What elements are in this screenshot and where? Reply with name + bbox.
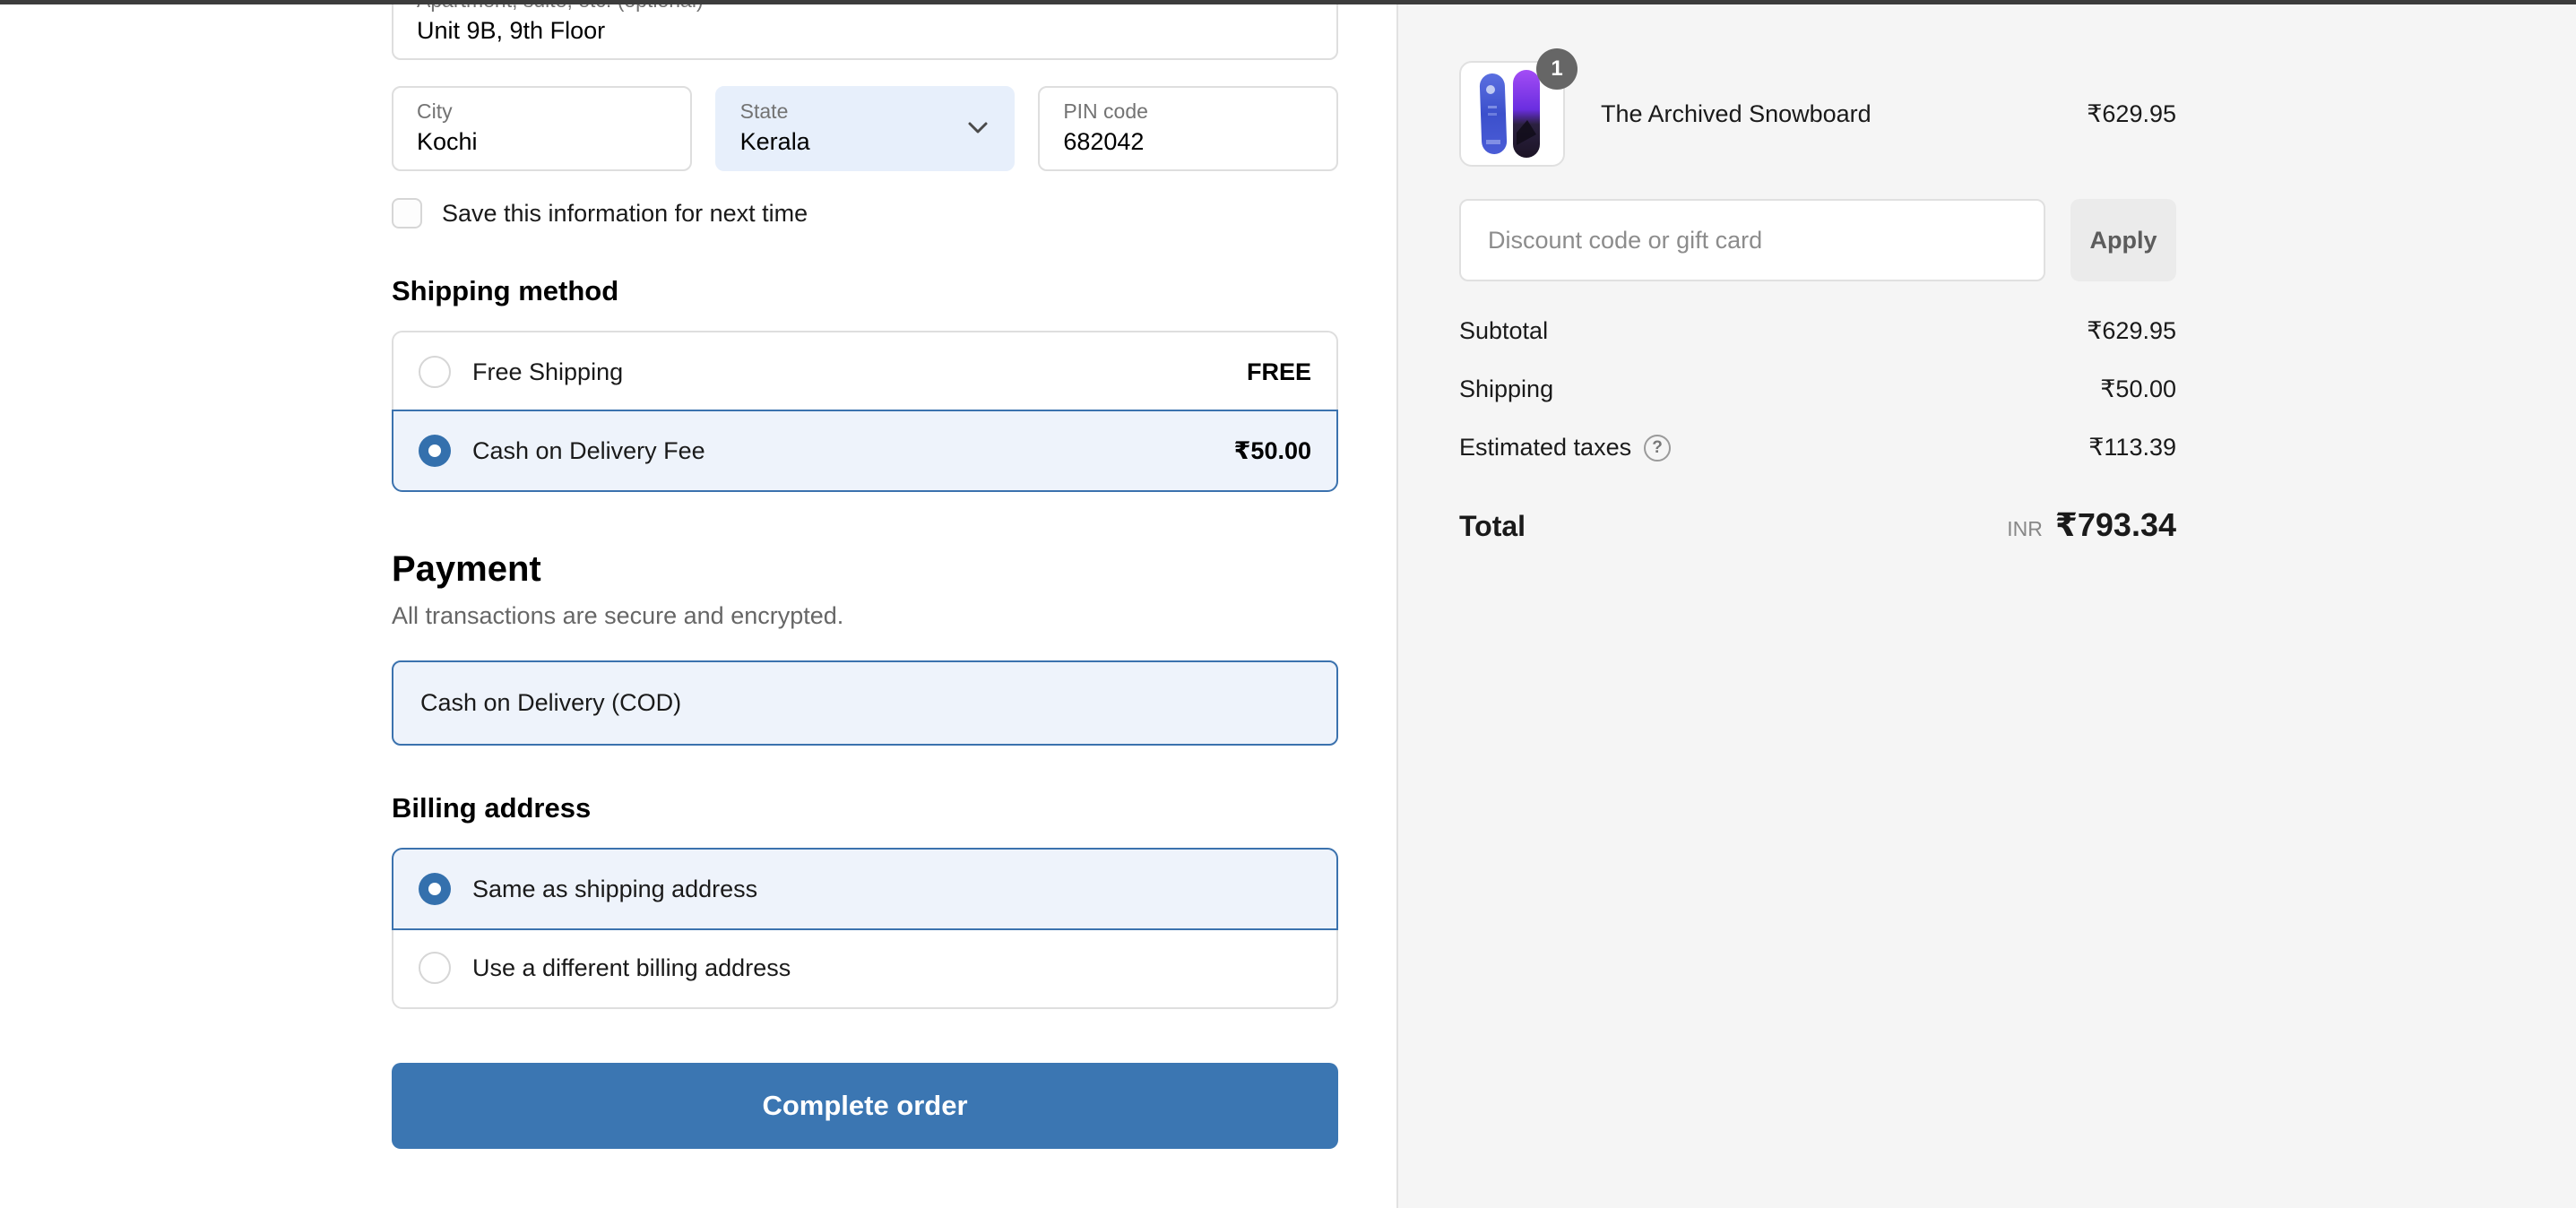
payment-subtitle: All transactions are secure and encrypte… xyxy=(392,602,1338,630)
pin-code-field[interactable]: PIN code 682042 xyxy=(1038,86,1338,171)
city-state-pin-row: City Kochi State Kerala PIN code 682042 xyxy=(392,86,1338,171)
complete-order-button[interactable]: Complete order xyxy=(392,1063,1338,1149)
billing-option-label: Same as shipping address xyxy=(472,876,1311,903)
state-label: State xyxy=(740,99,990,125)
apartment-value: Unit 9B, 9th Floor xyxy=(417,16,1313,46)
order-summary-panel: 1 The Archived Snowboard ₹629.95 Apply S… xyxy=(1396,0,2576,1208)
payment-method-label: Cash on Delivery (COD) xyxy=(420,689,681,717)
total-currency: INR xyxy=(2007,517,2043,541)
city-value: Kochi xyxy=(417,127,667,157)
shipping-method-heading: Shipping method xyxy=(392,275,1338,307)
apply-discount-button[interactable]: Apply xyxy=(2070,199,2176,281)
radio-checked-icon[interactable] xyxy=(419,873,451,905)
radio-unchecked-icon[interactable] xyxy=(419,952,451,984)
payment-heading: Payment xyxy=(392,549,1338,590)
checkout-form-area: Apartment, suite, etc. (optional) Unit 9… xyxy=(0,0,1396,1208)
subtotal-value: ₹629.95 xyxy=(2087,317,2176,345)
billing-option-different[interactable]: Use a different billing address xyxy=(393,928,1336,1007)
chevron-down-icon xyxy=(966,120,990,141)
billing-options-box: Same as shipping address Use a different… xyxy=(392,848,1338,1009)
radio-checked-icon[interactable] xyxy=(419,435,451,467)
shipping-option-label: Free Shipping xyxy=(472,358,1247,386)
state-value: Kerala xyxy=(740,127,990,157)
total-row: Total INR ₹793.34 xyxy=(1459,506,2176,544)
product-price: ₹629.95 xyxy=(2087,100,2176,128)
save-info-row: Save this information for next time xyxy=(392,198,1338,229)
state-select[interactable]: State Kerala xyxy=(715,86,1016,171)
quantity-badge: 1 xyxy=(1536,48,1578,90)
cart-item-row: 1 The Archived Snowboard ₹629.95 xyxy=(1459,61,2176,167)
pin-code-value: 682042 xyxy=(1063,127,1313,157)
total-label: Total xyxy=(1459,510,2007,543)
shipping-label: Shipping xyxy=(1459,375,2100,403)
shipping-value: ₹50.00 xyxy=(2100,375,2176,403)
payment-method-cod[interactable]: Cash on Delivery (COD) xyxy=(392,660,1338,746)
apartment-field[interactable]: Apartment, suite, etc. (optional) Unit 9… xyxy=(392,0,1338,60)
total-value: ₹793.34 xyxy=(2055,506,2176,544)
estimated-taxes-value: ₹113.39 xyxy=(2088,434,2176,462)
help-icon[interactable]: ? xyxy=(1644,435,1671,462)
city-field[interactable]: City Kochi xyxy=(392,86,692,171)
checkout-form-column: Apartment, suite, etc. (optional) Unit 9… xyxy=(392,0,1338,1149)
order-summary-content: 1 The Archived Snowboard ₹629.95 Apply S… xyxy=(1459,61,2176,544)
billing-address-heading: Billing address xyxy=(392,792,1338,824)
pin-code-label: PIN code xyxy=(1063,99,1313,125)
totals-section: Subtotal ₹629.95 Shipping ₹50.00 Estimat… xyxy=(1459,317,2176,544)
product-title: The Archived Snowboard xyxy=(1601,100,2087,128)
shipping-option-label: Cash on Delivery Fee xyxy=(472,437,1234,465)
save-info-checkbox[interactable] xyxy=(392,198,422,229)
shipping-option-cod[interactable]: Cash on Delivery Fee ₹50.00 xyxy=(392,410,1338,492)
save-info-label: Save this information for next time xyxy=(442,200,808,228)
product-thumbnail: 1 xyxy=(1459,61,1565,167)
city-label: City xyxy=(417,99,667,125)
billing-option-label: Use a different billing address xyxy=(472,954,1311,982)
shipping-option-free[interactable]: Free Shipping FREE xyxy=(393,332,1336,411)
checkout-page: Apartment, suite, etc. (optional) Unit 9… xyxy=(0,0,2576,1208)
radio-unchecked-icon[interactable] xyxy=(419,356,451,388)
billing-option-same[interactable]: Same as shipping address xyxy=(392,848,1338,930)
discount-row: Apply xyxy=(1459,199,2176,281)
shipping-option-price: ₹50.00 xyxy=(1234,437,1311,465)
discount-code-input[interactable] xyxy=(1459,199,2045,281)
browser-edge-bar xyxy=(0,0,2576,4)
subtotal-row: Subtotal ₹629.95 xyxy=(1459,317,2176,345)
subtotal-label: Subtotal xyxy=(1459,317,2087,345)
shipping-options-box: Free Shipping FREE Cash on Delivery Fee … xyxy=(392,331,1338,492)
shipping-row: Shipping ₹50.00 xyxy=(1459,375,2176,403)
estimated-taxes-label: Estimated taxes xyxy=(1459,434,1631,462)
estimated-taxes-row: Estimated taxes ? ₹113.39 xyxy=(1459,434,2176,462)
shipping-option-price: FREE xyxy=(1247,358,1311,386)
